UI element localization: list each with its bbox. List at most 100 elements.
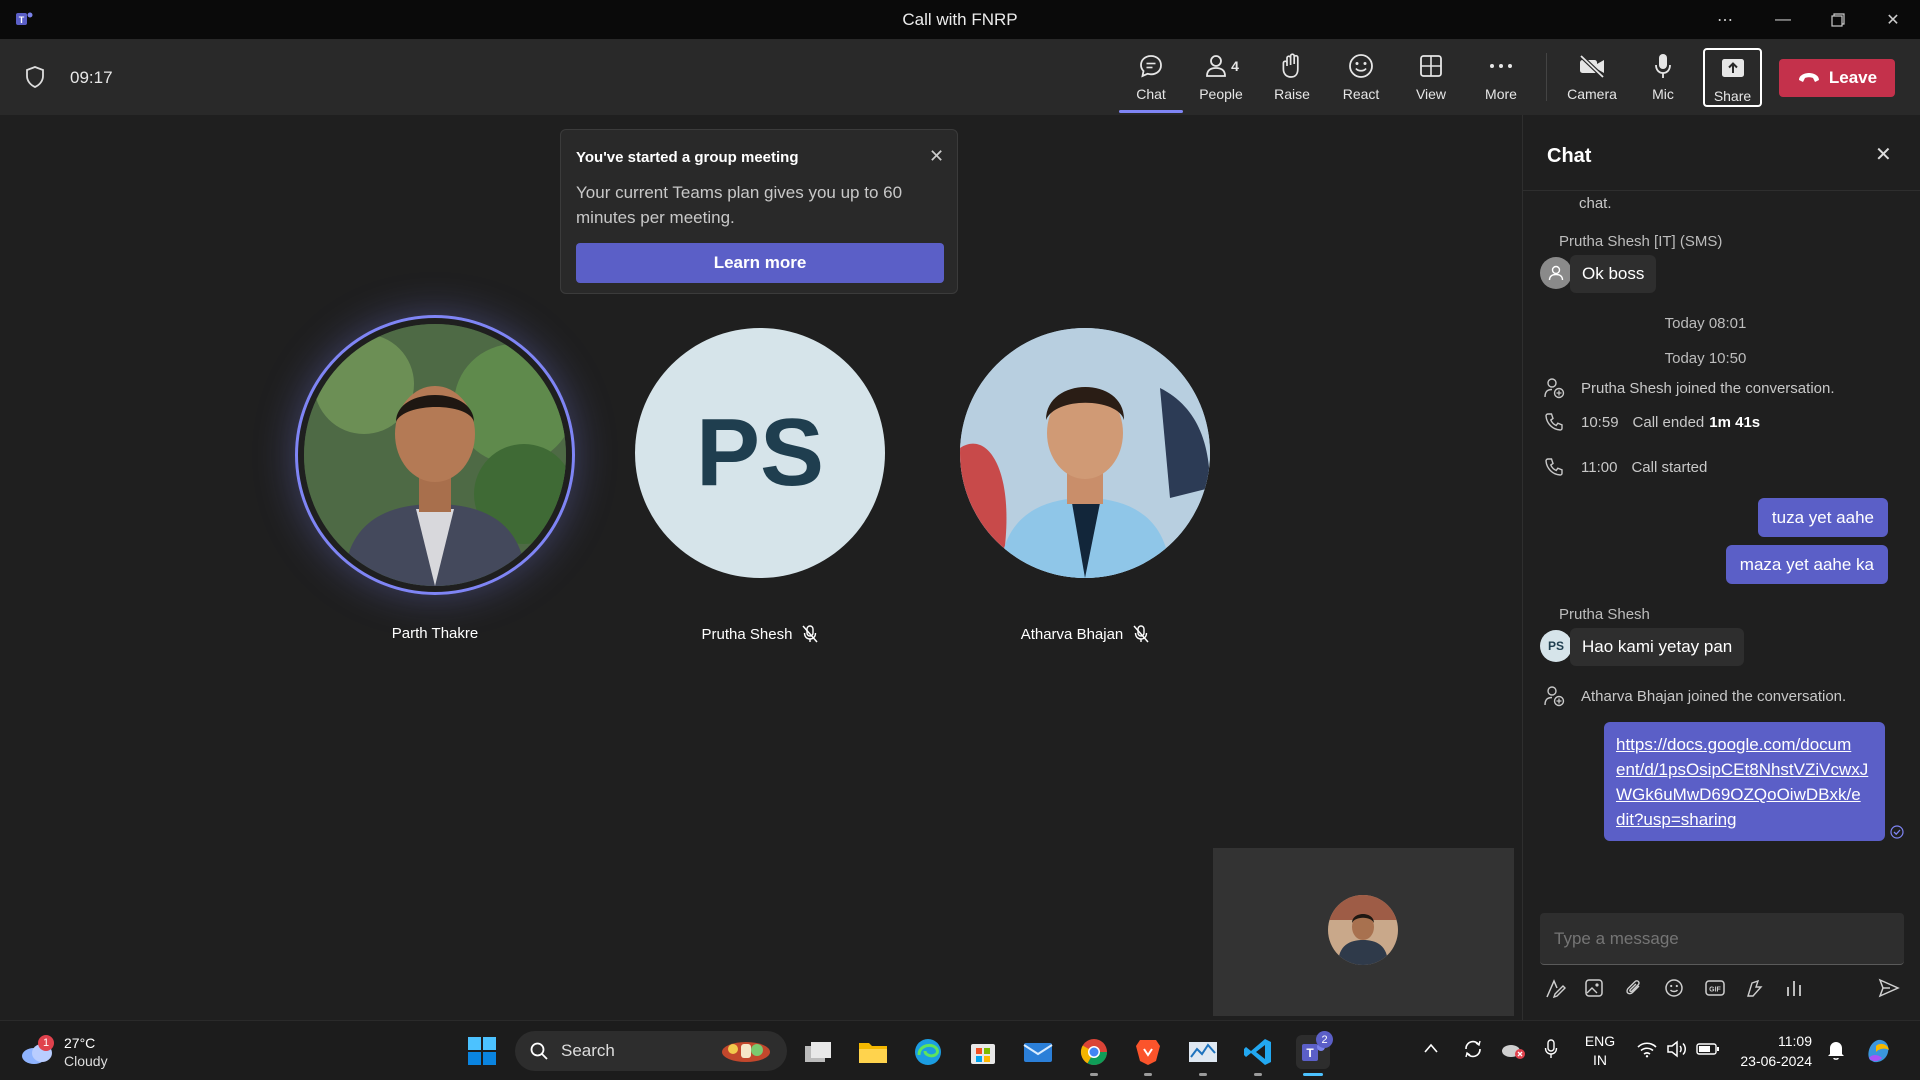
timestamp-divider: Today 08:01 [1664, 315, 1747, 332]
more-button[interactable]: More [1467, 51, 1535, 107]
camera-button[interactable]: Camera [1558, 51, 1626, 107]
chrome-icon[interactable] [1077, 1035, 1111, 1069]
brave-icon[interactable] [1131, 1035, 1165, 1069]
message-input-field[interactable] [1554, 927, 1884, 951]
microsoft-store-icon[interactable] [966, 1035, 1000, 1069]
notification-bell-icon[interactable] [1826, 1039, 1846, 1066]
learn-more-button[interactable]: Learn more [576, 243, 944, 283]
avatar-prutha: PS [635, 328, 885, 578]
link-message-bubble[interactable]: https://docs.google.com/docum ent/d/1psO… [1604, 722, 1885, 841]
teams-taskbar-icon[interactable]: T 2 [1296, 1031, 1333, 1069]
minimize-button[interactable]: — [1760, 6, 1806, 34]
volume-icon[interactable] [1666, 1040, 1688, 1063]
teams-badge: 2 [1316, 1031, 1333, 1048]
mic-button[interactable]: Mic [1629, 51, 1697, 107]
attach-icon[interactable] [1624, 978, 1644, 1003]
notice-title: You've started a group meeting [576, 149, 799, 166]
self-view-tile[interactable] [1213, 848, 1514, 1016]
hand-icon [1279, 51, 1305, 81]
chevron-up-icon[interactable] [1423, 1041, 1439, 1059]
people-button[interactable]: 4 People [1187, 51, 1255, 107]
shield-icon[interactable] [24, 65, 46, 94]
mic-icon [1651, 51, 1675, 81]
message-input[interactable] [1540, 913, 1904, 965]
language-code: ENG [1584, 1033, 1616, 1049]
poll-icon[interactable] [1784, 978, 1804, 1003]
clock-date: 23-06-2024 [1740, 1053, 1812, 1069]
phone-icon [1541, 457, 1567, 477]
language-indicator[interactable]: ENG IN [1580, 1032, 1620, 1070]
chat-icon [1137, 51, 1165, 81]
seen-check-icon [1890, 825, 1904, 844]
chat-message-bubble: Ok boss [1570, 255, 1657, 293]
chat-button[interactable]: Chat [1117, 51, 1185, 113]
outgoing-message-bubble: tuza yet aahe [1757, 498, 1888, 537]
participant-name: Atharva Bhajan [1020, 625, 1124, 643]
smile-icon [1347, 51, 1375, 81]
task-view-icon[interactable] [801, 1035, 835, 1069]
more-label: More [1485, 86, 1517, 102]
react-label: React [1342, 86, 1380, 102]
format-icon[interactable] [1544, 978, 1566, 1005]
task-manager-icon[interactable] [1186, 1035, 1220, 1069]
participant-tile-parth[interactable]: Parth Thakre [295, 315, 575, 642]
participant-tile-prutha[interactable]: PS Prutha Shesh [635, 328, 885, 643]
temperature: 27°C [64, 1035, 96, 1051]
start-button[interactable] [467, 1036, 497, 1066]
phone-icon [1541, 412, 1567, 432]
system-message-joined: Atharva Bhajan joined the conversation. [1541, 685, 1846, 707]
view-button[interactable]: View [1397, 51, 1465, 107]
chat-close-button[interactable]: ✕ [1875, 142, 1892, 167]
link-line: dit?usp=sharing [1616, 810, 1737, 829]
emoji-icon[interactable] [1664, 978, 1684, 1003]
file-explorer-icon[interactable] [856, 1035, 890, 1069]
weather-condition: Cloudy [64, 1053, 108, 1069]
toolbar-divider [1546, 53, 1547, 101]
timestamp-divider: Today 10:50 [1664, 350, 1747, 367]
svg-text:GIF: GIF [1709, 987, 1721, 994]
message-sender: Prutha Shesh [1559, 606, 1650, 623]
notice-close-button[interactable]: ✕ [929, 146, 944, 167]
clock-time: 11:09 [1778, 1033, 1812, 1049]
praise-icon[interactable] [1744, 978, 1764, 1003]
send-icon[interactable] [1878, 978, 1900, 1003]
battery-icon[interactable] [1696, 1042, 1720, 1061]
share-label: Share [1713, 88, 1752, 104]
meeting-stage: You've started a group meeting ✕ Your cu… [0, 115, 1520, 1020]
people-icon: 4 [1203, 51, 1239, 81]
leave-button[interactable]: Leave [1779, 59, 1895, 97]
more-options-button[interactable]: ⋯ [1702, 6, 1748, 34]
share-button[interactable]: Share [1703, 48, 1762, 107]
share-icon [1720, 53, 1746, 83]
restore-button[interactable] [1815, 6, 1861, 34]
call-time: 10:59 [1581, 413, 1619, 431]
link-line: https://docs.google.com/docum [1616, 735, 1852, 754]
raise-hand-button[interactable]: Raise [1258, 51, 1326, 107]
edge-icon[interactable] [911, 1035, 945, 1069]
gif-icon[interactable]: GIF [1704, 978, 1726, 1003]
taskbar-search[interactable]: Search [515, 1031, 787, 1071]
close-window-button[interactable]: ✕ [1870, 6, 1916, 34]
mail-icon[interactable] [1021, 1035, 1055, 1069]
microphone-tray-icon[interactable] [1543, 1038, 1559, 1065]
image-icon[interactable] [1584, 978, 1604, 1003]
notice-body: Your current Teams plan gives you up to … [576, 183, 903, 227]
weather-widget[interactable]: 1 27°C Cloudy [20, 1029, 130, 1073]
phone-hangup-icon [1797, 72, 1821, 84]
chat-message-bubble: Hao kami yetay pan [1570, 628, 1745, 666]
wifi-icon[interactable] [1636, 1040, 1658, 1063]
copilot-icon[interactable] [1864, 1036, 1894, 1071]
participant-tile-atharva[interactable]: Atharva Bhajan [960, 328, 1210, 643]
clock[interactable]: 11:09 23-06-2024 [1728, 1031, 1812, 1071]
grid-icon [1418, 51, 1444, 81]
vscode-icon[interactable] [1241, 1035, 1275, 1069]
teams-active-indicator [1303, 1073, 1323, 1076]
group-meeting-notice: You've started a group meeting ✕ Your cu… [560, 129, 958, 294]
avatar-parth [304, 324, 566, 586]
react-button[interactable]: React [1327, 51, 1395, 107]
sync-icon[interactable] [1462, 1038, 1484, 1065]
call-ended-text: Call ended [1632, 413, 1705, 431]
onedrive-error-icon[interactable] [1500, 1040, 1526, 1065]
participant-name: Parth Thakre [391, 625, 479, 642]
system-message-joined: Prutha Shesh joined the conversation. [1541, 377, 1835, 399]
